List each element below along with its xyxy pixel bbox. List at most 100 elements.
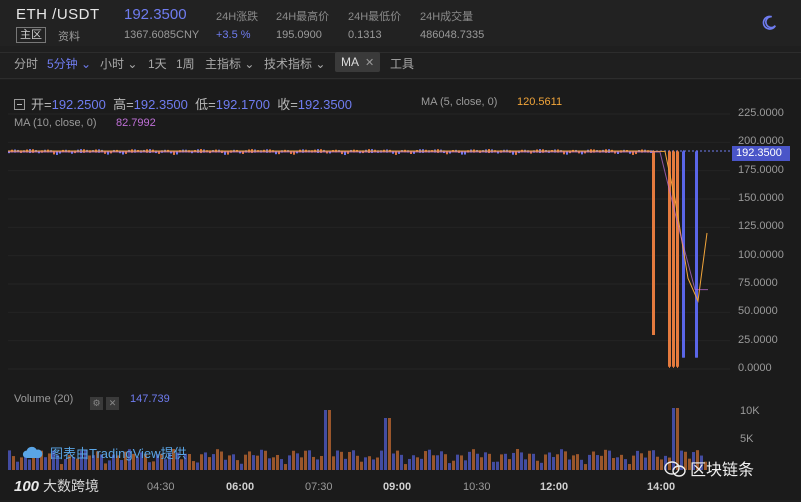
cloud-icon <box>22 446 43 458</box>
volume-bar <box>316 459 319 470</box>
volume-bar <box>364 457 367 470</box>
volume-bar <box>224 459 227 470</box>
volume-bar <box>396 450 399 470</box>
volume-bar <box>340 451 343 470</box>
price-tick-label: 150.0000 <box>738 192 784 204</box>
volume-bar <box>436 455 439 470</box>
close-label: 收= <box>277 97 298 112</box>
close-value: 192.3500 <box>297 97 353 112</box>
volume-bar <box>512 452 515 470</box>
volume-bar <box>516 449 519 470</box>
time-tick-label: 07:30 <box>305 481 333 493</box>
volume-bar <box>420 458 423 470</box>
volume-bar <box>244 454 247 470</box>
candle <box>652 151 655 335</box>
ma10-value: 82.7992 <box>116 117 156 129</box>
volume-bar <box>592 451 595 470</box>
volume-bar <box>344 458 347 470</box>
volume-bar <box>328 410 331 470</box>
credit-text: 图表由TradingView提供 <box>50 446 187 461</box>
price-tick-label: 225.0000 <box>738 107 784 119</box>
time-tick-label: 12:00 <box>540 481 569 493</box>
volume-bar <box>220 451 223 470</box>
volume-bar <box>620 454 623 470</box>
volume-bar <box>276 454 279 470</box>
price-tick-label: 100.0000 <box>738 248 784 261</box>
price-tick-label: 175.0000 <box>738 163 784 176</box>
volume-bar <box>428 449 431 470</box>
volume-bar <box>312 456 315 470</box>
volume-bar <box>416 457 419 470</box>
volume-bar <box>632 455 635 470</box>
volume-bar <box>508 459 511 470</box>
volume-bar <box>292 450 295 470</box>
wechat-icon <box>664 461 686 477</box>
ma10-line <box>8 151 708 291</box>
candle <box>676 151 679 367</box>
settings-icon[interactable]: ⚙ <box>90 397 103 410</box>
volume-bar <box>336 450 339 470</box>
candle <box>668 151 671 367</box>
volume-bar <box>552 457 555 470</box>
volume-bar <box>8 450 11 470</box>
watermark-right-text: 区块链条 <box>690 462 755 479</box>
volume-bar <box>400 454 403 470</box>
volume-bar <box>232 454 235 470</box>
volume-bar <box>384 418 387 470</box>
volume-bar <box>268 458 271 470</box>
volume-bar <box>500 454 503 470</box>
volume-tick-10k: 10K <box>740 405 760 417</box>
volume-bar <box>496 461 499 470</box>
volume-bar <box>520 452 523 470</box>
watermark-left: 100 大数跨境 <box>14 476 99 496</box>
volume-bar <box>240 463 243 470</box>
volume-bar <box>548 452 551 470</box>
price-chart[interactable] <box>0 0 801 502</box>
volume-bar <box>652 450 655 470</box>
candle <box>672 151 675 367</box>
volume-bar <box>504 453 507 470</box>
volume-bar <box>440 451 443 470</box>
volume-bar <box>576 454 579 470</box>
volume-bar <box>284 464 287 470</box>
volume-bar <box>264 450 267 470</box>
volume-bar <box>208 457 211 470</box>
price-tick-label: 25.0000 <box>738 333 778 346</box>
volume-bar <box>304 450 307 470</box>
open-value: 192.2500 <box>51 97 106 112</box>
volume-bar <box>432 455 435 470</box>
volume-bar <box>584 464 587 470</box>
volume-bar <box>556 454 559 470</box>
volume-bar <box>324 410 327 470</box>
volume-bar <box>352 450 355 470</box>
volume-bar <box>612 458 615 470</box>
volume-bar <box>588 454 591 470</box>
volume-bar <box>296 453 299 470</box>
volume-bar <box>660 459 663 470</box>
watermark-right: 区块链条 <box>664 456 754 480</box>
volume-bar <box>12 456 15 470</box>
volume-bar <box>460 455 463 470</box>
volume-bar <box>524 459 527 470</box>
close-icon[interactable]: ✕ <box>106 397 119 410</box>
volume-bar <box>448 463 451 470</box>
volume-bar <box>408 458 411 470</box>
volume-bar <box>492 461 495 470</box>
volume-bar <box>348 451 351 470</box>
volume-bar <box>472 449 475 470</box>
volume-bar <box>216 449 219 470</box>
volume-bar <box>308 450 311 470</box>
volume-bar <box>16 461 19 470</box>
ohlc-legend: 开=192.2500 高=192.3500 低=192.1700 收=192.3… <box>14 94 352 113</box>
volume-bar <box>636 450 639 470</box>
collapse-icon[interactable] <box>14 99 25 110</box>
volume-bar <box>300 457 303 470</box>
tradingview-credit[interactable]: 图表由TradingView提供 <box>22 443 187 462</box>
volume-bar <box>360 461 363 470</box>
time-tick-label: 10:30 <box>463 481 491 493</box>
open-label: 开= <box>31 97 52 112</box>
low-value: 192.1700 <box>215 97 270 112</box>
time-tick-label: 06:00 <box>226 481 255 493</box>
volume-bar <box>388 418 391 470</box>
volume-bar <box>256 455 259 470</box>
